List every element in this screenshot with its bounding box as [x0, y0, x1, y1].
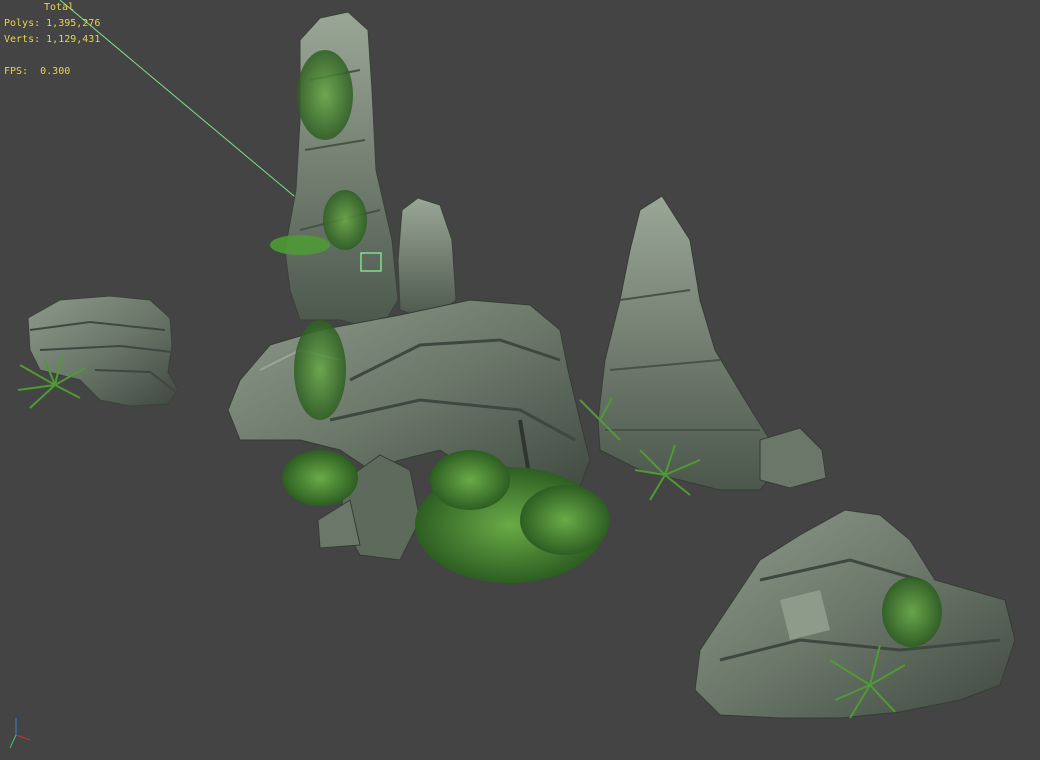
rock-pillar-small[interactable]: [397, 197, 457, 321]
verts-value: 1,129,431: [46, 34, 101, 45]
fps-label: FPS:: [4, 66, 29, 77]
verts-label: Verts:: [4, 34, 41, 45]
stats-title: Total: [44, 2, 75, 13]
stats-polys: Polys: 1,395,276: [4, 16, 100, 32]
stats-verts: Verts: 1,129,431: [4, 32, 100, 48]
rock-spire-right[interactable]: [597, 195, 827, 491]
scene-render: [9, 0, 1016, 749]
foliage-bottom-right: [882, 577, 942, 647]
stats-fps: FPS: 0.300: [4, 64, 100, 80]
polys-label: Polys:: [4, 18, 41, 29]
polys-value: 1,395,276: [46, 18, 101, 29]
viewport-statistics: Total Polys: 1,395,276 Verts: 1,129,431 …: [4, 0, 100, 80]
axis-gizmo: [9, 718, 31, 749]
fps-value: 0.300: [40, 66, 71, 77]
rock-bottom-right[interactable]: [694, 509, 1016, 719]
3d-viewport[interactable]: Total Polys: 1,395,276 Verts: 1,129,431 …: [0, 0, 1040, 760]
